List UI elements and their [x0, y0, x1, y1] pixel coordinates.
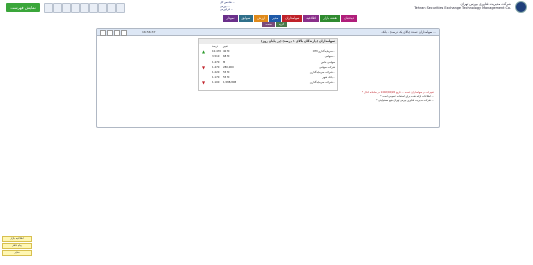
- brand-name-en: Tehran Securities Exchange Technology Ma…: [414, 6, 511, 10]
- sub-tabs: گروه صنعت: [262, 22, 287, 27]
- print-icon[interactable]: [121, 30, 127, 36]
- holders-panel: سهامداران عمده (بالای یک درصد) - بانک ..…: [96, 28, 440, 128]
- subtab-item[interactable]: صنعت: [262, 22, 275, 27]
- main-tabs: دیده‌بان نقشه بازار اطلاعیه سهامداران مدیر ار…: [223, 15, 357, 26]
- panel-time: 16:56:37: [142, 30, 156, 34]
- filter-icon[interactable]: [80, 3, 89, 13]
- settings-icon[interactable]: [71, 3, 80, 13]
- market-ticker: شاخص کل ... بورس ... فرابورس ...: [220, 1, 235, 12]
- legend-item[interactable]: پیام ناظر: [2, 243, 32, 249]
- ticker-line: شاخص کل ...: [220, 1, 236, 4]
- tab-item[interactable]: مدیر: [269, 15, 282, 22]
- table-row[interactable]: ▼ 1.100 1,588,808 شرکت سرمایه‌گذاری...: [199, 80, 337, 85]
- holders-table: سهامداران (دارندگان بالای ۱ درصد) (در پا…: [198, 38, 338, 91]
- panel-title: سهامداران عمده (بالای یک درصد) - بانک ..…: [381, 30, 436, 34]
- tab-item[interactable]: اطلاعیه: [303, 15, 320, 22]
- arrow-down-icon: ▼: [202, 80, 206, 86]
- legend-item[interactable]: سایر: [2, 250, 32, 256]
- row-percent: 1.100: [212, 81, 220, 85]
- show-list-button[interactable]: نمایش فهرست: [6, 3, 40, 12]
- ticker-line: فرابورس ...: [220, 8, 234, 11]
- note-line: * شرکت مدیریت فناوری بورس تهران هیچ مسئو…: [376, 99, 434, 102]
- close-icon[interactable]: [100, 30, 106, 36]
- print-icon[interactable]: [53, 3, 62, 13]
- row-holder-name: شرکت سرمایه‌گذاری...: [309, 81, 335, 85]
- tab-item[interactable]: ارزش: [254, 15, 269, 22]
- tab-item[interactable]: نقشه بازار: [320, 15, 341, 22]
- chart-icon[interactable]: [89, 3, 98, 13]
- tab-item[interactable]: نمودار: [223, 15, 238, 22]
- refresh-icon[interactable]: [114, 30, 120, 36]
- message-icon[interactable]: [107, 3, 116, 13]
- panel-header: سهامداران عمده (بالای یک درصد) - بانک ..…: [97, 29, 439, 36]
- tab-item[interactable]: سوابق: [238, 15, 254, 22]
- refresh-icon[interactable]: [116, 3, 125, 13]
- tsetmc-logo-icon: [515, 1, 527, 13]
- subtab-item[interactable]: گروه: [275, 22, 287, 27]
- excel-icon[interactable]: [62, 3, 71, 13]
- brand-block: شرکت مدیریت فناوری بورس تهران Tehran Sec…: [414, 2, 511, 10]
- legend: اطلاعیه بازار پیام ناظر سایر: [2, 236, 32, 257]
- top-toolbar: نمایش فهرست شاخص کل ... بورس ... فرابورس…: [0, 0, 533, 14]
- help-icon[interactable]: [98, 3, 107, 13]
- tab-item[interactable]: سهامداران: [282, 15, 303, 22]
- row-change: 1,588,808: [223, 81, 237, 85]
- tab-item[interactable]: دیده‌بان: [341, 15, 357, 22]
- legend-item[interactable]: اطلاعیه بازار: [2, 236, 32, 242]
- notes-block: * تغییرات در سهامداران عمده ... تاریخ 14…: [100, 91, 434, 103]
- home-icon[interactable]: [44, 3, 53, 13]
- minimize-icon[interactable]: [107, 30, 113, 36]
